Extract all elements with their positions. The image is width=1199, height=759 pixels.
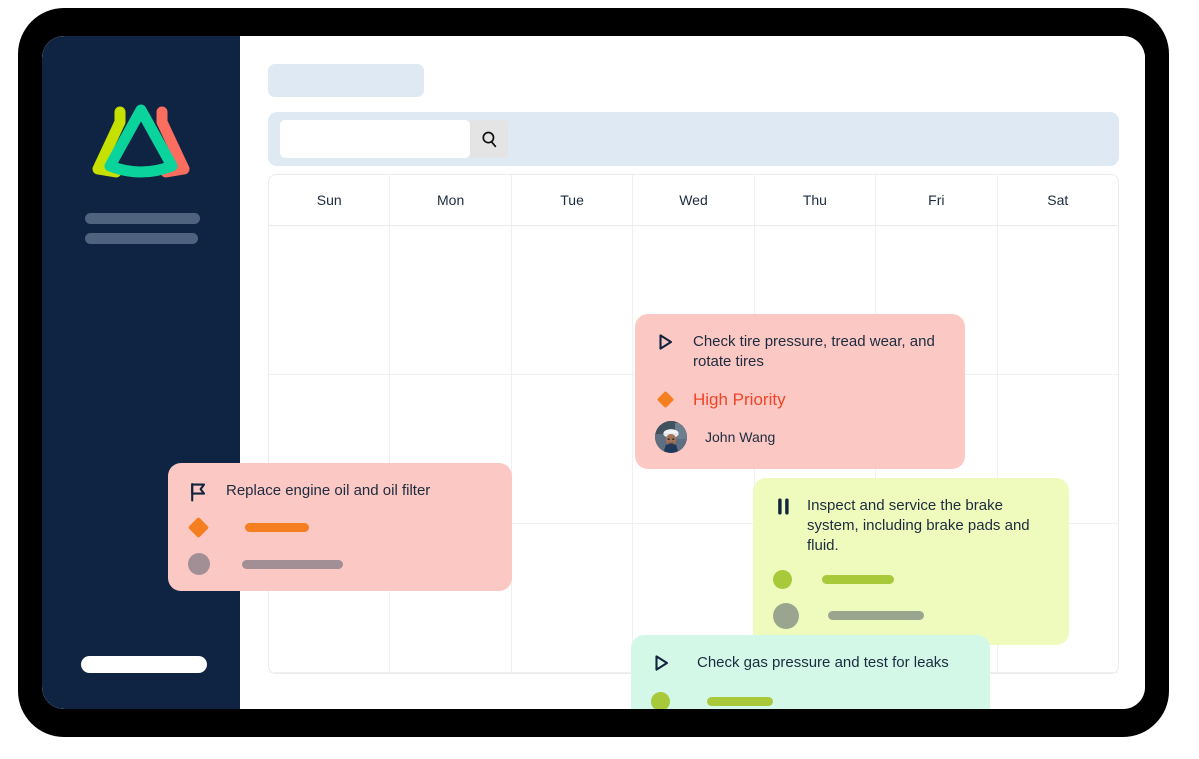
- event-card-oil[interactable]: Replace engine oil and oil filter: [168, 463, 512, 591]
- assignee-placeholder-bar: [828, 611, 924, 621]
- dot-icon: [773, 569, 792, 589]
- calendar: Sun Mon Tue Wed Thu Fri Sat Check tire p…: [168, 174, 1119, 709]
- event-card-tire[interactable]: Check tire pressure, tread wear, and rot…: [635, 314, 965, 469]
- calendar-day-header-sun[interactable]: Sun: [269, 175, 391, 225]
- event-header: Replace engine oil and oil filter: [188, 481, 492, 503]
- main-content: Sun Mon Tue Wed Thu Fri Sat Check tire p…: [168, 36, 1145, 709]
- calendar-day-header-wed[interactable]: Wed: [633, 175, 755, 225]
- event-assignee: [773, 602, 1049, 629]
- search-icon: [481, 131, 496, 147]
- event-title: Check gas pressure and test for leaks: [697, 654, 949, 671]
- priority-placeholder-bar: [245, 523, 309, 532]
- event-priority: [773, 569, 1049, 589]
- sidebar-nav-line-1[interactable]: [85, 213, 200, 224]
- search-input[interactable]: [280, 120, 470, 158]
- calendar-day-header-tue[interactable]: Tue: [512, 175, 634, 225]
- dot-icon: [651, 692, 670, 709]
- calendar-cell[interactable]: [512, 524, 634, 672]
- priority-placeholder-bar: [822, 574, 894, 584]
- calendar-cell[interactable]: [512, 226, 634, 374]
- event-card-gas[interactable]: Check gas pressure and test for leaks: [631, 635, 990, 709]
- event-assignee: [188, 553, 492, 575]
- search-toolbar: [268, 112, 1119, 166]
- event-header: Check gas pressure and test for leaks: [651, 653, 970, 675]
- avatar: [773, 602, 799, 629]
- diamond-icon: [655, 389, 675, 411]
- assignee-placeholder-bar: [242, 559, 343, 569]
- pause-icon: [773, 496, 793, 518]
- avatar: [188, 553, 210, 575]
- calendar-day-header-fri[interactable]: Fri: [876, 175, 998, 225]
- avatar: [655, 420, 687, 453]
- search-button[interactable]: [470, 120, 508, 158]
- diamond-icon: [187, 516, 210, 539]
- calendar-cell[interactable]: [390, 226, 512, 374]
- calendar-cell[interactable]: [512, 375, 634, 523]
- flag-icon: [188, 481, 208, 503]
- event-priority: [651, 692, 970, 709]
- priority-placeholder-bar: [707, 697, 773, 706]
- calendar-grid: Check tire pressure, tread wear, and rot…: [168, 226, 1118, 709]
- play-outline-icon: [651, 653, 671, 675]
- calendar-day-header-sat[interactable]: Sat: [998, 175, 1118, 225]
- event-card-brake[interactable]: Inspect and service the brake system, in…: [753, 478, 1069, 645]
- priority-label: High Priority: [693, 389, 786, 409]
- sidebar-nav-line-2[interactable]: [85, 233, 198, 244]
- event-header: Inspect and service the brake system, in…: [773, 496, 1049, 556]
- mountain-logo[interactable]: [86, 100, 196, 184]
- event-header: Check tire pressure, tread wear, and rot…: [655, 332, 945, 372]
- calendar-cell[interactable]: [269, 226, 391, 374]
- play-outline-icon: [655, 332, 675, 354]
- mountain-logo-icon: [92, 104, 190, 178]
- page-title-placeholder: [268, 64, 424, 97]
- screenshot-stage: Sun Mon Tue Wed Thu Fri Sat Check tire p…: [0, 0, 1199, 759]
- event-priority: [187, 516, 492, 539]
- sidebar-nav-placeholder[interactable]: [85, 213, 200, 253]
- assignee-name: John Wang: [705, 428, 776, 445]
- calendar-day-headers: Sun Mon Tue Wed Thu Fri Sat: [269, 175, 1118, 226]
- event-title: Inspect and service the brake system, in…: [807, 497, 1030, 554]
- calendar-day-header-thu[interactable]: Thu: [755, 175, 877, 225]
- calendar-cell[interactable]: [998, 226, 1118, 374]
- calendar-day-header-mon[interactable]: Mon: [390, 175, 512, 225]
- sidebar-bottom-pill[interactable]: [81, 656, 207, 673]
- sidebar: [42, 36, 240, 709]
- event-priority: High Priority: [655, 389, 945, 411]
- event-assignee: John Wang: [655, 420, 945, 453]
- device-screen: Sun Mon Tue Wed Thu Fri Sat Check tire p…: [42, 36, 1145, 709]
- event-title: Replace engine oil and oil filter: [226, 482, 431, 499]
- event-title: Check tire pressure, tread wear, and rot…: [693, 333, 935, 370]
